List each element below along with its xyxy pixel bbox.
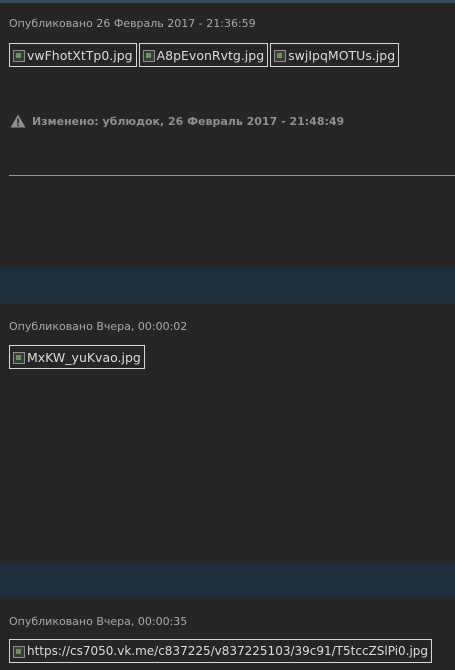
warning-triangle-icon <box>10 114 26 128</box>
image-alt-text: MxKW_yuKvao.jpg <box>27 349 141 365</box>
broken-image-icon <box>12 644 26 658</box>
post-published-date: Опубликовано Вчера, 00:00:35 <box>9 615 188 628</box>
post-image-link[interactable]: swjIpqMOTUs.jpg <box>270 43 400 67</box>
post-images: https://cs7050.vk.me/c837225/v837225103/… <box>9 639 433 663</box>
post-images: vwFhotXtTp0.jpg A8pEvonRvtg.jpg swjIpqMO… <box>9 43 400 67</box>
broken-image-icon <box>12 48 26 62</box>
image-alt-text: swjIpqMOTUs.jpg <box>288 47 396 63</box>
signature-divider <box>9 175 455 176</box>
image-alt-text: vwFhotXtTp0.jpg <box>27 47 133 63</box>
post-published-date: Опубликовано Вчера, 00:00:02 <box>9 320 188 333</box>
edit-notice: Изменено: ублюдок, 26 Февраль 2017 - 21:… <box>10 114 344 128</box>
post-divider-band <box>0 563 455 599</box>
image-alt-text: A8pEvonRvtg.jpg <box>156 47 265 63</box>
broken-image-icon <box>142 48 156 62</box>
post-image-link[interactable]: A8pEvonRvtg.jpg <box>138 43 269 67</box>
post-published-date: Опубликовано 26 Февраль 2017 - 21:36:59 <box>9 17 256 30</box>
post-divider-band <box>0 268 455 304</box>
edited-by-text: Изменено: ублюдок, 26 Февраль 2017 - 21:… <box>32 114 345 128</box>
post-images: MxKW_yuKvao.jpg <box>9 345 145 369</box>
broken-image-icon <box>273 48 287 62</box>
post-image-link[interactable]: vwFhotXtTp0.jpg <box>9 43 137 67</box>
post-image-link[interactable]: MxKW_yuKvao.jpg <box>9 345 145 369</box>
broken-image-icon <box>12 350 26 364</box>
image-alt-text: https://cs7050.vk.me/c837225/v837225103/… <box>27 644 429 658</box>
post-image-link[interactable]: https://cs7050.vk.me/c837225/v837225103/… <box>9 639 433 663</box>
top-divider <box>0 0 455 3</box>
